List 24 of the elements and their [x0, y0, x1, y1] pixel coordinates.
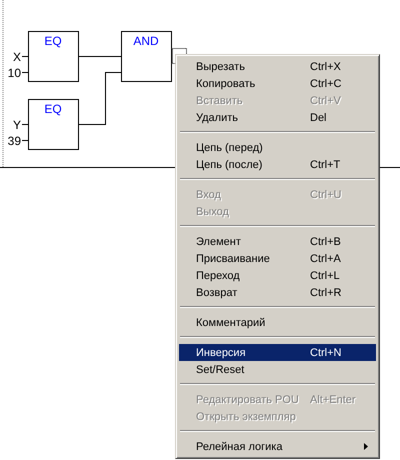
- menu-item[interactable]: Копировать Ctrl+C: [179, 75, 376, 92]
- menu-item[interactable]: Set/Reset: [179, 361, 376, 378]
- wire: [78, 72, 122, 125]
- function-block: [121, 31, 172, 82]
- menu-item[interactable]: Релейная логика: [179, 438, 376, 455]
- block-title: EQ: [44, 102, 62, 116]
- menu-item[interactable]: Переход Ctrl+L: [179, 267, 376, 284]
- menu-item[interactable]: Цепь (после) Ctrl+T: [179, 156, 376, 173]
- menu-item[interactable]: Цепь (перед): [179, 139, 376, 156]
- input-label: X: [12, 50, 21, 64]
- menu-item[interactable]: Присваивание Ctrl+A: [179, 250, 376, 267]
- input-label: 39: [8, 134, 21, 148]
- menu-item[interactable]: Элемент Ctrl+B: [179, 233, 376, 250]
- input-label: 10: [8, 66, 21, 80]
- block-title: AND: [133, 34, 159, 48]
- block-title: EQ: [44, 34, 62, 48]
- input-label: Y: [12, 118, 21, 132]
- menu-item[interactable]: Вырезать Ctrl+X: [179, 58, 376, 75]
- menu-item[interactable]: Возврат Ctrl+R: [179, 284, 376, 301]
- submenu-arrow-icon: [364, 443, 368, 450]
- menu-item[interactable]: Инверсия Ctrl+N: [179, 344, 376, 361]
- menu-item[interactable]: Удалить Del: [179, 109, 376, 126]
- menu-item[interactable]: Комментарий: [179, 314, 376, 331]
- wire: [78, 56, 122, 57]
